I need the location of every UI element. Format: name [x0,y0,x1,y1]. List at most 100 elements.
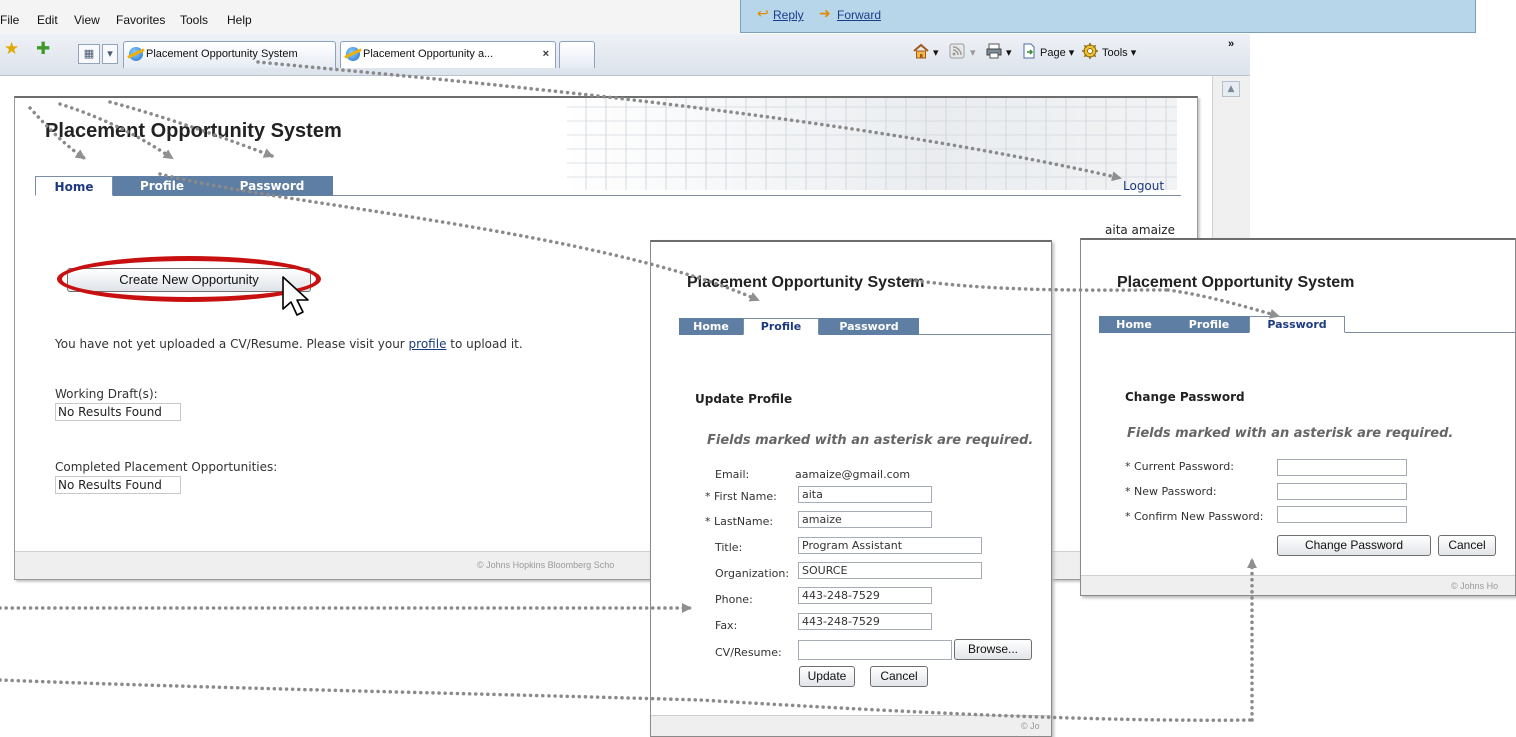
more-commands-icon[interactable]: » [1228,38,1234,50]
first-name-label: * First Name: [705,490,777,503]
cv-resume-file-field[interactable] [798,640,952,660]
print-icon[interactable] [985,42,1003,60]
fax-label: Fax: [715,619,738,632]
browser-tab-bar: ★ ✚ ▦ ▾ Placement Opportunity System Pla… [0,34,1250,76]
home-icon[interactable] [912,42,930,60]
current-password-label: * Current Password: [1125,460,1234,473]
cv-message-text-end: to upload it. [446,337,523,351]
quick-tabs-icon[interactable]: ▦ [78,44,100,64]
profile-page-window: Placement Opportunity System Home Profil… [650,240,1052,737]
page-title: Placement Opportunity System [45,120,342,142]
tools-menu[interactable]: Tools ▾ [1102,46,1136,59]
cv-resume-label: CV/Resume: [715,646,782,659]
drafts-empty-result: No Results Found [55,403,181,421]
page-icon[interactable] [1020,42,1038,60]
ie-page-icon [346,47,360,61]
menu-favorites[interactable]: Favorites [116,13,165,27]
email-reading-pane: ↩ Reply ➜ Forward [740,0,1476,33]
tab-label: Placement Opportunity a... [363,48,494,60]
page-menu[interactable]: Page ▾ [1040,46,1074,59]
first-name-field[interactable]: aita [798,486,932,503]
title-label: Title: [715,541,743,554]
phone-field[interactable]: 443-248-7529 [798,587,932,604]
tools-gear-icon[interactable] [1081,42,1099,60]
required-fields-note: Fields marked with an asterisk are requi… [707,433,1034,448]
browser-menu-bar: File Edit View Favorites Tools Help [0,0,740,34]
menu-edit[interactable]: Edit [37,13,58,27]
scroll-up-icon[interactable]: ▲ [1222,81,1240,97]
update-button[interactable]: Update [799,666,855,687]
password-nav-bar: Home Profile Password [1099,316,1515,333]
cv-message-text: You have not yet uploaded a CV/Resume. P… [55,337,409,351]
browser-tab-placement-system[interactable]: Placement Opportunity System [123,41,336,68]
completed-opportunities-label: Completed Placement Opportunities: [55,460,278,474]
copyright-text: © Jo [1021,721,1040,731]
home-dropdown-icon[interactable]: ▾ [933,46,939,59]
completed-empty-result: No Results Found [55,476,181,494]
required-fields-note: Fields marked with an asterisk are requi… [1127,426,1454,441]
current-password-field[interactable] [1277,459,1407,476]
reply-arrow-icon: ↩ [757,6,769,22]
nav-tab-password[interactable]: Password [819,318,919,335]
nav-tab-password[interactable]: Password [1249,316,1345,333]
organization-field[interactable]: SOURCE [798,562,982,579]
feeds-dropdown-icon[interactable]: ▾ [970,46,976,59]
user-name: aita amaize [1105,223,1175,237]
add-favorite-icon[interactable]: ✚ [36,39,50,59]
profile-link[interactable]: profile [409,337,447,351]
browse-button[interactable]: Browse... [954,639,1032,660]
change-password-button[interactable]: Change Password [1277,535,1431,556]
password-page-window: Placement Opportunity System Home Profil… [1080,238,1516,596]
confirm-password-field[interactable] [1277,506,1407,523]
tab-label: Placement Opportunity System [146,48,298,60]
profile-page-title: Placement Opportunity System [687,274,925,291]
new-password-label: * New Password: [1125,485,1217,498]
menu-view[interactable]: View [74,13,100,27]
nav-tab-home[interactable]: Home [35,176,113,196]
profile-footer: © Jo [651,715,1051,736]
nav-tab-profile[interactable]: Profile [1169,316,1249,333]
last-name-label: * LastName: [705,515,774,528]
forward-link[interactable]: Forward [837,8,881,22]
reply-link[interactable]: Reply [773,8,804,22]
email-value: aamaize@gmail.com [795,468,911,481]
mouse-cursor-icon [282,276,309,316]
forward-arrow-icon: ➜ [819,6,831,22]
menu-tools[interactable]: Tools [180,13,208,27]
nav-tab-profile[interactable]: Profile [113,176,211,196]
page-menu-label: Page [1040,47,1066,59]
main-nav-bar: Home Profile Password [35,176,1181,196]
organization-label: Organization: [715,567,790,580]
confirm-password-label: * Confirm New Password: [1125,510,1264,523]
menu-help[interactable]: Help [227,13,252,27]
menu-file[interactable]: File [0,13,19,27]
feeds-icon[interactable] [948,42,966,60]
nav-tab-home[interactable]: Home [1099,316,1169,333]
favorites-star-icon[interactable]: ★ [4,39,19,59]
fax-field[interactable]: 443-248-7529 [798,613,932,630]
title-field[interactable]: Program Assistant [798,537,982,554]
copyright-text: © Johns Hopkins Bloomberg Scho [477,560,615,570]
working-drafts-label: Working Draft(s): [55,387,158,401]
update-profile-heading: Update Profile [695,392,793,406]
print-dropdown-icon[interactable]: ▾ [1006,46,1012,59]
password-footer: © Johns Ho [1081,575,1515,595]
password-page-title: Placement Opportunity System [1117,274,1355,291]
cancel-button[interactable]: Cancel [1438,535,1496,556]
last-name-field[interactable]: amaize [798,511,932,528]
cancel-button[interactable]: Cancel [870,666,928,687]
email-label: Email: [715,468,750,481]
tab-list-dropdown-icon[interactable]: ▾ [102,44,118,64]
nav-tab-profile[interactable]: Profile [743,318,819,335]
nav-tab-password[interactable]: Password [211,176,333,196]
profile-nav-bar: Home Profile Password [679,318,1051,335]
logout-link[interactable]: Logout [1123,179,1164,193]
nav-tab-home[interactable]: Home [679,318,743,335]
new-password-field[interactable] [1277,483,1407,500]
tools-menu-label: Tools [1102,47,1128,59]
new-tab-button[interactable] [559,41,595,68]
browser-tab-placement-active[interactable]: Placement Opportunity a... × [340,41,556,68]
change-password-heading: Change Password [1125,390,1245,404]
close-tab-icon[interactable]: × [543,42,549,67]
cv-upload-message: You have not yet uploaded a CV/Resume. P… [55,337,523,351]
